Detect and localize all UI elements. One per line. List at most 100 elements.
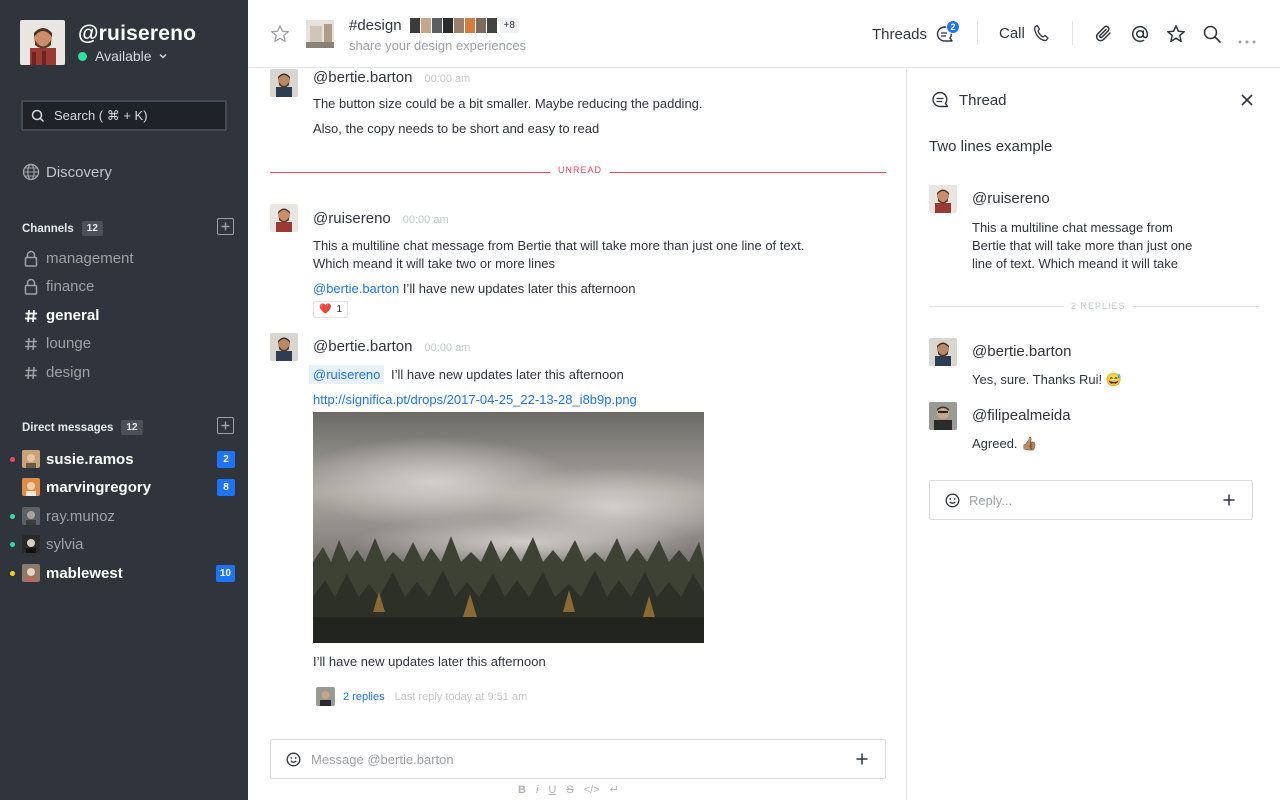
formatting-toolbar: B i U S </> ↵ bbox=[518, 783, 619, 797]
channel-label: lounge bbox=[46, 335, 92, 352]
member-avatars[interactable] bbox=[409, 18, 498, 33]
thread-replies-summary[interactable]: 2 replies Last reply today at 9:51 am bbox=[316, 687, 527, 706]
hash-icon bbox=[22, 366, 40, 380]
avatar[interactable] bbox=[929, 185, 957, 213]
channel-title: #design +8 bbox=[349, 17, 519, 34]
dm-item-mablewest[interactable]: mablewest 10 bbox=[10, 563, 235, 583]
avatar[interactable] bbox=[929, 402, 957, 430]
search-input[interactable]: Search ( ⌘ + K) bbox=[21, 100, 227, 131]
italic-button[interactable]: i bbox=[536, 784, 538, 796]
plus-icon[interactable] bbox=[855, 752, 869, 766]
message-author[interactable]: @ruisereno bbox=[972, 190, 1050, 207]
message-composer[interactable]: Message @bertie.barton bbox=[270, 739, 886, 779]
user-mention-link[interactable]: @ruisereno bbox=[309, 365, 385, 384]
status-dot bbox=[10, 541, 15, 547]
call-button[interactable]: Call bbox=[999, 24, 1049, 42]
replies-count[interactable]: 2 replies bbox=[343, 691, 385, 703]
plus-icon bbox=[221, 222, 230, 231]
dm-label: marvingregory bbox=[46, 478, 152, 496]
emoji-icon[interactable] bbox=[945, 493, 960, 508]
message-author[interactable]: @bertie.barton 00:00 am bbox=[313, 69, 470, 86]
direct-messages-label: Direct messages bbox=[22, 421, 114, 434]
avatar[interactable] bbox=[270, 204, 298, 232]
message-time: 00:00 am bbox=[402, 214, 449, 226]
user-mention-link[interactable]: @bertie.barton bbox=[313, 281, 399, 296]
threads-button[interactable]: Threads 2 bbox=[872, 20, 961, 44]
message-author[interactable]: @filipealmeida bbox=[972, 407, 1071, 424]
threads-icon: 2 bbox=[935, 20, 961, 44]
starred-icon[interactable] bbox=[1166, 24, 1186, 49]
extra-members-count[interactable]: +8 bbox=[499, 18, 519, 33]
mentions-icon[interactable] bbox=[1130, 24, 1150, 49]
channel-item-management[interactable]: management bbox=[22, 250, 134, 267]
channel-item-general[interactable]: general bbox=[22, 307, 99, 324]
message-text: @bertie.barton I’ll have new updates lat… bbox=[313, 280, 636, 298]
discovery-label: Discovery bbox=[46, 163, 112, 181]
avatar[interactable] bbox=[929, 338, 957, 366]
hash-icon bbox=[22, 337, 40, 351]
favorite-star-icon[interactable] bbox=[270, 24, 290, 49]
unread-label: UNREAD bbox=[550, 165, 611, 175]
replies-count-label: 2 REPLIES bbox=[1064, 301, 1133, 311]
avatar bbox=[316, 687, 335, 706]
status-dot bbox=[10, 456, 15, 462]
channels-label: Channels bbox=[22, 222, 74, 235]
strikethrough-button[interactable]: S bbox=[566, 784, 573, 796]
author-name: @ruisereno bbox=[313, 210, 391, 227]
channel-item-design[interactable]: design bbox=[22, 364, 90, 381]
avatar bbox=[22, 564, 40, 582]
message-author[interactable]: @ruisereno 00:00 am bbox=[313, 210, 449, 227]
channel-item-finance[interactable]: finance bbox=[22, 278, 94, 295]
avatar[interactable] bbox=[270, 69, 298, 97]
channel-label: management bbox=[46, 250, 134, 267]
close-icon[interactable] bbox=[1240, 93, 1254, 112]
heart-emoji-icon: ❤️ bbox=[319, 304, 332, 315]
more-options-icon[interactable] bbox=[1238, 31, 1256, 49]
bold-button[interactable]: B bbox=[518, 784, 526, 796]
thread-reply-composer[interactable]: Reply... bbox=[929, 480, 1253, 520]
message-input[interactable]: Message @bertie.barton bbox=[311, 752, 454, 767]
channel-label: design bbox=[46, 364, 91, 381]
attachment-link[interactable]: http://significa.pt/drops/2017-04-25_22-… bbox=[313, 391, 637, 409]
dm-item-marvingregory[interactable]: marvingregory 8 bbox=[10, 477, 235, 497]
image-attachment[interactable] bbox=[313, 412, 704, 643]
sidebar: @ruisereno Available Search ( ⌘ + K) Dis… bbox=[0, 0, 248, 800]
channel-item-lounge[interactable]: lounge bbox=[22, 335, 91, 352]
mention-text: I’ll have new updates later this afterno… bbox=[391, 367, 624, 382]
message-author[interactable]: @bertie.barton bbox=[972, 343, 1071, 360]
unread-badge: 10 bbox=[215, 564, 235, 582]
plus-icon[interactable] bbox=[1222, 493, 1236, 507]
lock-icon bbox=[22, 278, 40, 295]
user-avatar[interactable] bbox=[20, 20, 65, 65]
reply-input[interactable]: Reply... bbox=[969, 493, 1012, 508]
unread-badge: 2 bbox=[217, 450, 235, 468]
status-selector[interactable]: Available bbox=[78, 48, 196, 64]
author-name: @bertie.barton bbox=[313, 338, 413, 355]
dm-label: mablewest bbox=[46, 564, 123, 582]
user-profile[interactable]: @ruisereno Available bbox=[20, 20, 196, 65]
direct-messages-header: Direct messages 12 bbox=[22, 417, 234, 435]
search-placeholder: Search ( ⌘ + K) bbox=[54, 107, 148, 123]
add-channel-button[interactable] bbox=[217, 218, 234, 235]
dm-item-sylvia[interactable]: sylvia bbox=[10, 534, 235, 554]
code-button[interactable]: </> bbox=[584, 784, 600, 796]
message-list[interactable]: @bertie.barton 00:00 am The button size … bbox=[270, 69, 886, 739]
message-text: Agreed. 👍🏽 bbox=[972, 436, 1038, 451]
search-icon[interactable] bbox=[1202, 24, 1222, 49]
attachment-icon[interactable] bbox=[1094, 24, 1114, 49]
emoji-icon[interactable] bbox=[286, 752, 301, 767]
avatar bbox=[22, 535, 40, 553]
mention-text: I’ll have new updates later this afterno… bbox=[399, 281, 636, 296]
discovery-link[interactable]: Discovery bbox=[22, 163, 112, 181]
message-author[interactable]: @bertie.barton 00:00 am bbox=[313, 338, 470, 355]
online-status-dot bbox=[78, 51, 87, 61]
reaction-button[interactable]: ❤️ 1 bbox=[313, 301, 349, 318]
avatar[interactable] bbox=[270, 333, 298, 361]
dm-item-susie-ramos[interactable]: susie.ramos 2 bbox=[10, 449, 235, 469]
thread-icon bbox=[932, 91, 949, 108]
underline-button[interactable]: U bbox=[548, 784, 556, 796]
add-direct-message-button[interactable] bbox=[217, 417, 234, 434]
globe-icon bbox=[22, 163, 40, 181]
dm-item-ray-munoz[interactable]: ray.munoz bbox=[10, 506, 235, 526]
multiline-button[interactable]: ↵ bbox=[610, 783, 619, 796]
